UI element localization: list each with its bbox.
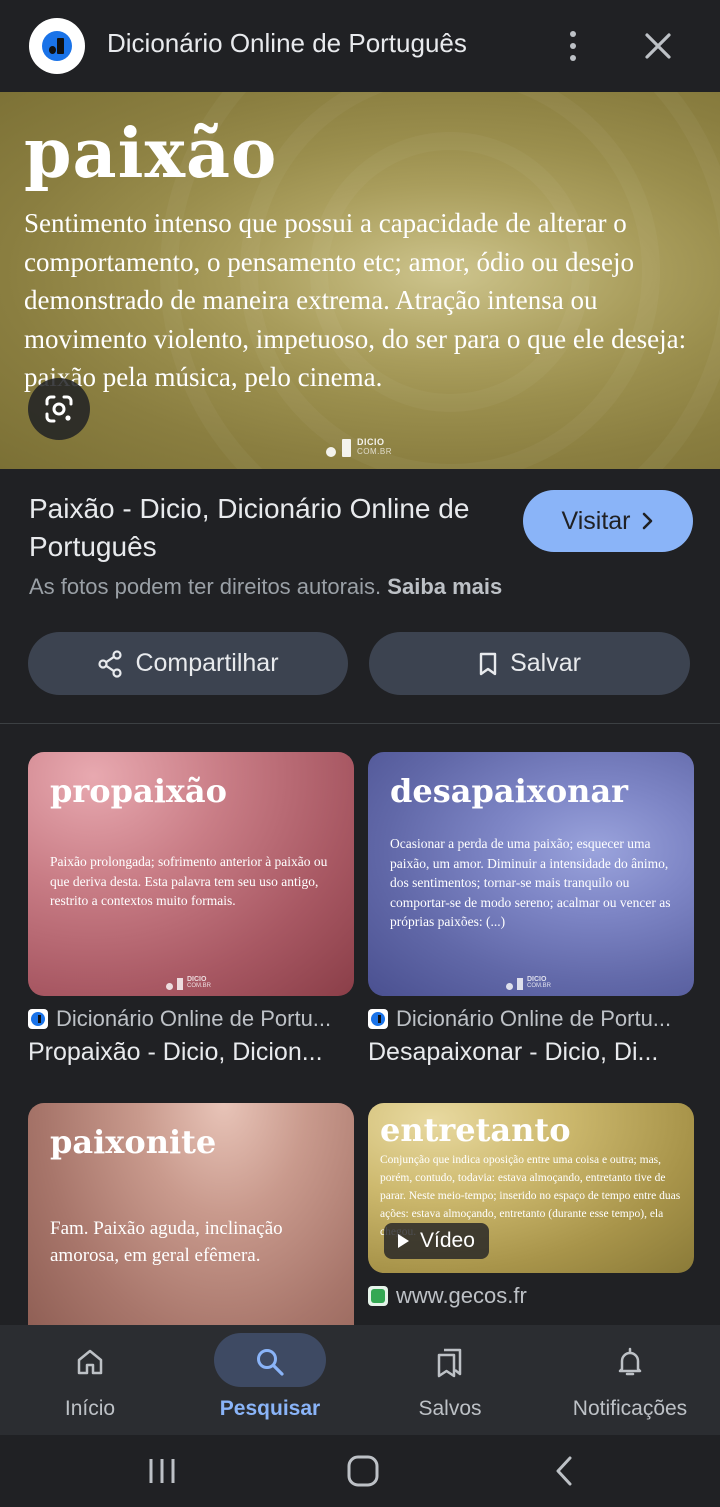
nav-notifications-label: Notificações	[572, 1397, 688, 1420]
related-word: propaixão	[50, 772, 227, 810]
play-icon	[398, 1234, 409, 1248]
nav-search[interactable]: Pesquisar	[180, 1325, 360, 1435]
home-button-icon[interactable]	[341, 1449, 385, 1493]
related-word: entretanto	[380, 1111, 571, 1149]
dicio-watermark: DICIO COM.BR	[166, 976, 211, 990]
related-definition: Fam. Paixão aguda, inclinação amorosa, e…	[50, 1218, 283, 1266]
hero-word: paixão	[24, 114, 278, 194]
save-button[interactable]: Salvar	[369, 632, 690, 695]
back-icon[interactable]	[542, 1449, 586, 1493]
nav-search-label: Pesquisar	[219, 1397, 321, 1420]
bookmarks-icon	[433, 1345, 467, 1379]
app-header: Dicionário Online de Português	[0, 0, 720, 92]
related-source: Dicionário Online de Portu...	[368, 1006, 694, 1032]
bell-icon	[613, 1345, 647, 1379]
share-label: Compartilhar	[135, 649, 279, 677]
related-word: paixonite	[50, 1123, 217, 1161]
result-title[interactable]: Paixão - Dicio, Dicionário Online de Por…	[29, 490, 509, 566]
copyright-notice: As fotos podem ter direitos autorais. Sa…	[29, 574, 503, 599]
nav-home-label: Início	[64, 1397, 116, 1420]
learn-more-link[interactable]: Saiba mais	[387, 574, 502, 599]
hero-definition: Sentimento intenso que possui a capacida…	[24, 208, 687, 392]
nav-notifications[interactable]: Notificações	[540, 1325, 720, 1435]
more-vert-icon[interactable]	[558, 28, 588, 64]
related-source: www.gecos.fr	[368, 1283, 694, 1309]
related-title[interactable]: Propaixão - Dicio, Dicion...	[28, 1038, 354, 1067]
related-card-propaixao[interactable]: propaixão Paixão prolongada; sofrimento …	[28, 752, 354, 1067]
site-title: Dicionário Online de Português	[107, 28, 467, 58]
home-icon	[73, 1345, 107, 1379]
dicio-favicon-icon	[368, 1009, 388, 1029]
dicio-favicon-icon	[28, 1009, 48, 1029]
share-icon	[98, 649, 123, 678]
close-icon[interactable]	[638, 26, 678, 66]
visit-button[interactable]: Visitar	[523, 490, 693, 552]
related-word: desapaixonar	[390, 772, 629, 810]
dicio-watermark: DICIO COM.BR	[326, 437, 392, 457]
system-navigation	[0, 1435, 720, 1507]
chevron-right-icon	[642, 512, 652, 530]
visit-label: Visitar	[561, 506, 631, 535]
nav-saved[interactable]: Salvos	[360, 1325, 540, 1435]
related-title[interactable]: Desapaixonar - Dicio, Di...	[368, 1038, 694, 1067]
related-card-desapaixonar[interactable]: desapaixonar Ocasionar a perda de uma pa…	[368, 752, 694, 1067]
related-image[interactable]: desapaixonar Ocasionar a perda de uma pa…	[368, 752, 694, 996]
nav-home[interactable]: Início	[0, 1325, 180, 1435]
save-label: Salvar	[510, 649, 581, 677]
divider	[0, 723, 720, 724]
hero-image[interactable]: paixão Sentimento intenso que possui a c…	[0, 92, 720, 469]
dicio-watermark: DICIO COM.BR	[506, 976, 551, 990]
recent-apps-icon[interactable]	[140, 1449, 184, 1493]
related-image[interactable]: paixonite Fam. Paixão aguda, inclinação …	[28, 1103, 354, 1363]
nav-saved-label: Salvos	[418, 1397, 482, 1420]
related-definition: Paixão prolongada; sofrimento anterior à…	[50, 854, 328, 908]
related-definition: Ocasionar a perda de uma paixão; esquece…	[390, 836, 671, 929]
related-image[interactable]: propaixão Paixão prolongada; sofrimento …	[28, 752, 354, 996]
bookmark-icon	[479, 652, 497, 675]
related-card-entretanto[interactable]: entretanto Conjunção que indica oposição…	[368, 1103, 694, 1309]
video-badge: Vídeo	[384, 1223, 489, 1259]
related-image[interactable]: entretanto Conjunção que indica oposição…	[368, 1103, 694, 1273]
dicio-logo-icon	[29, 18, 85, 74]
related-card-paixonite[interactable]: paixonite Fam. Paixão aguda, inclinação …	[28, 1103, 354, 1363]
related-source: Dicionário Online de Portu...	[28, 1006, 354, 1032]
gecos-favicon-icon	[368, 1286, 388, 1306]
search-icon	[253, 1345, 287, 1379]
bottom-navigation: Início Pesquisar Salvos Notificações	[0, 1325, 720, 1435]
google-lens-icon[interactable]	[28, 378, 90, 440]
share-button[interactable]: Compartilhar	[28, 632, 348, 695]
